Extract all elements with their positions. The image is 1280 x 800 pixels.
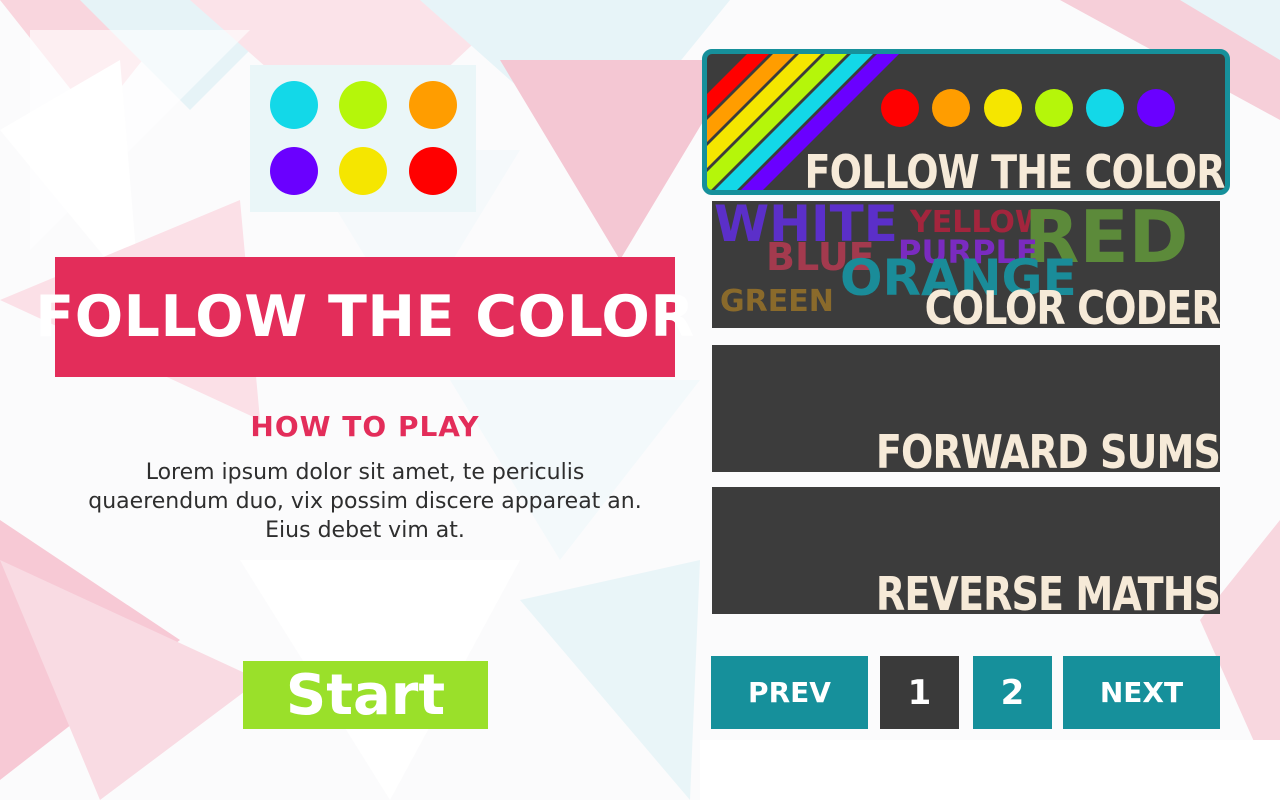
game-title: FOLLOW THE COLOR [35, 284, 695, 350]
color-dot [1137, 89, 1175, 127]
next-button[interactable]: NEXT [1063, 656, 1220, 729]
palette-dot [270, 81, 318, 129]
prev-button[interactable]: PREV [711, 656, 868, 729]
color-dot [881, 89, 919, 127]
palette-dot [409, 81, 457, 129]
color-word: GREEN [720, 284, 834, 319]
color-dot [1035, 89, 1073, 127]
card-title: COLOR CODER [924, 281, 1220, 328]
start-button[interactable]: Start [243, 661, 488, 729]
how-to-play-text: Lorem ipsum dolor sit amet, te periculis… [88, 460, 642, 543]
palette-dot [339, 147, 387, 195]
game-card-follow-the-color[interactable]: FOLLOW THE COLOR [702, 49, 1230, 195]
page-2-button[interactable]: 2 [973, 656, 1052, 729]
palette-dot [409, 147, 457, 195]
color-palette-preview [250, 65, 476, 212]
how-to-play-heading: HOW TO PLAY [250, 410, 480, 443]
game-card-reverse-maths[interactable]: REVERSE MATHS [712, 487, 1220, 614]
game-card-forward-sums[interactable]: FORWARD SUMS [712, 345, 1220, 472]
card-title: REVERSE MATHS [875, 567, 1220, 614]
card-title: FOLLOW THE COLOR [804, 145, 1225, 195]
color-dot [984, 89, 1022, 127]
palette-dot [270, 147, 318, 195]
game-card-color-coder[interactable]: WHITE YELLOW RED BLUE PURPLE ORANGE GREE… [712, 201, 1220, 328]
color-dot [932, 89, 970, 127]
palette-dot [339, 81, 387, 129]
color-dot [1086, 89, 1124, 127]
card-title: FORWARD SUMS [875, 425, 1220, 472]
page-1-button[interactable]: 1 [880, 656, 959, 729]
game-title-banner: FOLLOW THE COLOR [35, 257, 694, 377]
